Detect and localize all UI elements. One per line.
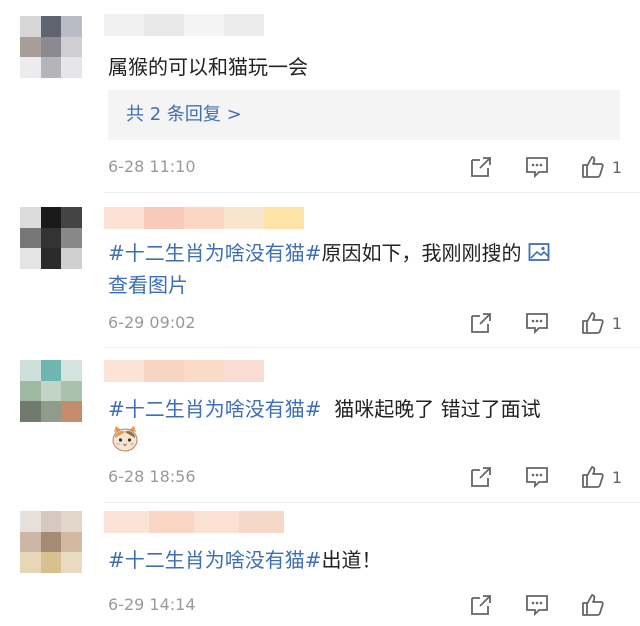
like-count: 1 [611,313,622,333]
thumbs-up-icon[interactable] [580,154,606,180]
avatar[interactable] [20,360,82,422]
comment-item-3: #十二生肖为啥没有猫# 猫咪起晚了 错过了面试 6-28 18:56 1 [0,348,640,502]
comment-time: 6-29 14:14 [108,595,196,614]
thumbs-up-icon[interactable] [580,310,606,336]
avatar[interactable] [20,16,82,78]
comment-text: #十二生肖为啥没有猫#出道！ [108,548,382,572]
like-count: 1 [611,157,622,177]
comment-time: 6-29 09:02 [108,313,196,332]
topic-hashtag-link[interactable]: #十二生肖为啥没有猫# [108,241,322,265]
username-blurred[interactable] [104,207,304,229]
comment-actions: 1 [468,310,622,336]
share-icon[interactable] [468,310,494,336]
share-icon[interactable] [468,464,494,490]
comment-icon[interactable] [524,310,550,336]
share-icon[interactable] [468,592,494,618]
view-picture-link[interactable]: 查看图片 [108,270,188,300]
view-replies-link[interactable]: 共 2 条回复 > [108,90,620,140]
avatar[interactable] [20,511,82,573]
username-blurred[interactable] [104,14,264,36]
share-icon[interactable] [468,154,494,180]
comment-text: #十二生肖为啥没有猫#原因如下，我刚刚搜的 [108,238,550,268]
comment-item-4: #十二生肖为啥没有猫#出道！ 6-29 14:14 [0,503,640,626]
thumbs-up-icon[interactable] [580,592,606,618]
comment-time: 6-28 11:10 [108,157,196,176]
comment-actions: 1 [468,464,622,490]
username-blurred[interactable] [104,511,284,533]
comment-actions [468,592,622,618]
comment-icon[interactable] [524,154,550,180]
cat-face-emoji [112,426,138,452]
thumbs-up-icon[interactable] [580,464,606,490]
comment-item-2: #十二生肖为啥没有猫#原因如下，我刚刚搜的 查看图片 6-29 09:02 1 [0,193,640,347]
comment-actions: 1 [468,154,622,180]
comment-icon[interactable] [524,592,550,618]
like-count: 1 [611,467,622,487]
topic-hashtag-link[interactable]: #十二生肖为啥没有猫# [108,548,322,572]
username-blurred[interactable] [104,360,264,382]
comment-time: 6-28 18:56 [108,467,196,486]
topic-hashtag-link[interactable]: #十二生肖为啥没有猫# [108,397,322,421]
comment-item-1: 属猴的可以和猫玩一会 共 2 条回复 > 6-28 11:10 1 [0,0,640,192]
avatar[interactable] [20,207,82,269]
comment-text: 属猴的可以和猫玩一会 [108,55,308,79]
picture-icon[interactable] [528,242,550,262]
comment-icon[interactable] [524,464,550,490]
comment-text: #十二生肖为啥没有猫# 猫咪起晚了 错过了面试 [108,397,541,421]
